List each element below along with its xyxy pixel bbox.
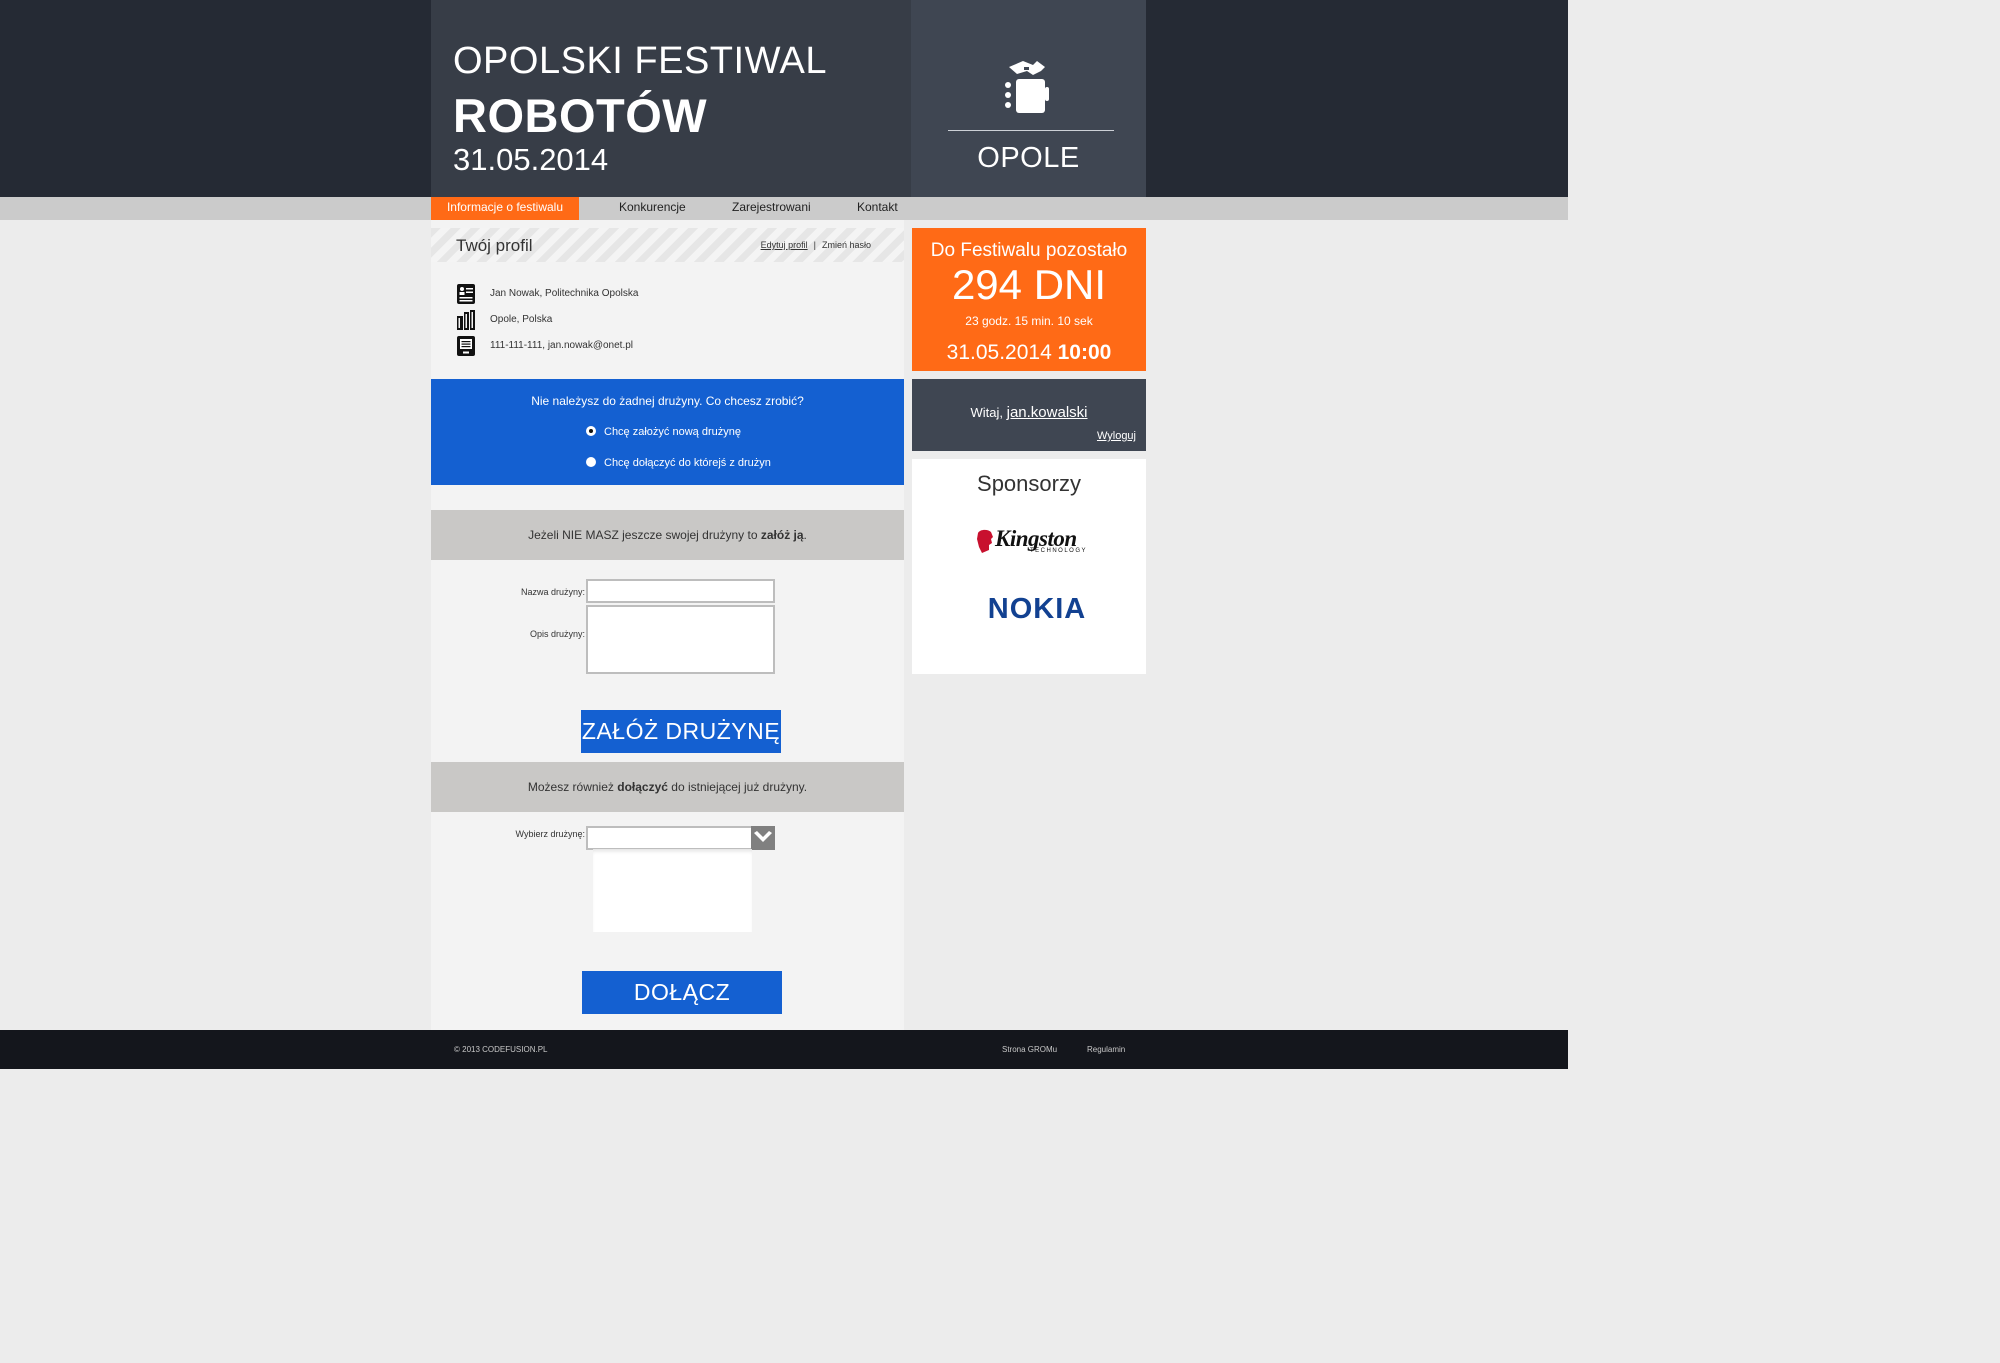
join-team-intro-suffix: do istniejącej już drużyny.: [667, 780, 808, 794]
nokia-logo[interactable]: NOKIA: [912, 593, 1162, 626]
robot-icon: [1005, 61, 1049, 113]
footer-link-regulamin[interactable]: Regulamin: [1087, 1045, 1125, 1054]
welcome-message: Witaj, jan.kowalski: [912, 404, 1146, 421]
main-navigation: Informacje o festiwalu Konkurencje Zarej…: [0, 197, 1568, 220]
kingston-logo-subtext: TECHNOLOGY: [1030, 548, 1088, 554]
create-team-intro: Jeżeli NIE MASZ jeszcze swojej drużyny t…: [431, 510, 904, 560]
edit-profile-link[interactable]: Edytuj profil: [761, 240, 808, 250]
festival-date: 31.05.2014: [453, 142, 609, 177]
option-create-team[interactable]: Chcę założyć nową drużynę: [586, 426, 741, 438]
join-team-intro: Możesz również dołączyć do istniejącej j…: [431, 762, 904, 812]
option-create-team-label: Chcę założyć nową drużynę: [604, 426, 741, 438]
contact-device-icon: [457, 336, 475, 356]
city-panel: OPOLE: [911, 0, 1146, 197]
footer-link-grom[interactable]: Strona GROMu: [1002, 1045, 1057, 1054]
option-join-team-label: Chcę dołączyć do którejś z drużyn: [604, 457, 771, 469]
festival-title-line1: OPOLSKI FESTIWAL: [453, 40, 828, 82]
city-name: OPOLE: [977, 142, 1080, 174]
create-team-intro-suffix: .: [803, 528, 807, 542]
profile-header: Twój profil Edytuj profil | Zmień hasło: [431, 228, 904, 262]
join-team-intro-prefix: Możesz również: [527, 780, 618, 794]
countdown-label: Do Festiwalu pozostało: [930, 240, 1128, 261]
change-password-link[interactable]: Zmień hasło: [822, 240, 871, 250]
nav-item-kontakt[interactable]: Kontakt: [857, 197, 898, 220]
id-card-icon: [457, 284, 475, 304]
building-icon: [457, 310, 475, 330]
footer: © 2013 CODEFUSION.PL Strona GROMu Regula…: [0, 1030, 1568, 1069]
username-link[interactable]: jan.kowalski: [1007, 404, 1088, 421]
sponsors-title: Sponsorzy: [977, 471, 1081, 496]
user-panel: Witaj, jan.kowalski Wyloguj: [912, 379, 1146, 451]
nav-item-informacje[interactable]: Informacje o festiwalu: [431, 197, 579, 220]
kingston-head-icon: [977, 529, 993, 553]
nav-item-konkurencje[interactable]: Konkurencje: [619, 197, 686, 220]
countdown-panel: Do Festiwalu pozostało 294 DNI 23 godz. …: [912, 228, 1146, 371]
footer-copyright: © 2013 CODEFUSION.PL: [454, 1045, 548, 1054]
profile-location-text: Opole, Polska: [490, 314, 553, 325]
create-team-button[interactable]: ZAŁÓŻ DRUŻYNĘ: [581, 710, 781, 753]
team-description-label: Opis drużyny:: [529, 629, 585, 639]
dropdown-arrow[interactable]: [751, 826, 775, 850]
team-name-input[interactable]: [586, 579, 775, 603]
team-name-label: Nazwa drużyny:: [520, 587, 585, 597]
countdown-time: 23 godz. 15 min. 10 sek: [965, 314, 1093, 328]
join-team-button[interactable]: DOŁĄCZ: [582, 971, 782, 1014]
sponsors-panel: Sponsorzy Kingston TECHNOLOGY NOKIA: [912, 459, 1146, 674]
welcome-greeting: Witaj,: [970, 405, 1007, 420]
city-divider: [948, 130, 1114, 131]
profile-links-separator: |: [813, 240, 816, 250]
profile-contact-text: 111-111-111, jan.nowak@onet.pl: [490, 340, 634, 351]
countdown-date: 31.05.2014: [946, 341, 1052, 364]
profile-name-text: Jan Nowak, Politechnika Opolska: [490, 288, 639, 299]
select-team-dropdown[interactable]: [586, 826, 775, 850]
join-team-intro-bold: dołączyć: [617, 780, 668, 794]
festival-title-line2: ROBOTÓW: [453, 89, 708, 142]
create-team-intro-prefix: Jeżeli NIE MASZ jeszcze swojej drużyny t…: [528, 528, 761, 542]
radio-join-team[interactable]: [586, 457, 596, 467]
chevron-down-icon: [754, 831, 772, 842]
countdown-days: 294 DNI: [951, 261, 1107, 308]
festival-header: OPOLSKI FESTIWAL ROBOTÓW 31.05.2014: [431, 0, 911, 197]
select-team-label: Wybierz drużynę:: [515, 829, 585, 839]
countdown-datetime: 31.05.2014 10:00: [912, 341, 1146, 365]
profile-title: Twój profil: [456, 236, 533, 255]
profile-links: Edytuj profil | Zmień hasło: [761, 240, 871, 250]
team-description-textarea[interactable]: [586, 605, 775, 674]
kingston-logo[interactable]: Kingston TECHNOLOGY: [976, 526, 1096, 556]
team-choice-question: Nie należysz do żadnej drużyny. Co chces…: [531, 394, 804, 408]
team-choice-panel: Nie należysz do żadnej drużyny. Co chces…: [431, 379, 904, 485]
logout-link[interactable]: Wyloguj: [1097, 430, 1136, 442]
nav-item-zarejestrowani[interactable]: Zarejestrowani: [732, 197, 811, 220]
create-team-intro-bold: załóż ją: [760, 528, 804, 542]
countdown-hour: 10:00: [1057, 341, 1112, 364]
team-options-list[interactable]: [593, 849, 752, 932]
option-join-team[interactable]: Chcę dołączyć do którejś z drużyn: [586, 457, 771, 469]
radio-create-team[interactable]: [586, 426, 596, 436]
